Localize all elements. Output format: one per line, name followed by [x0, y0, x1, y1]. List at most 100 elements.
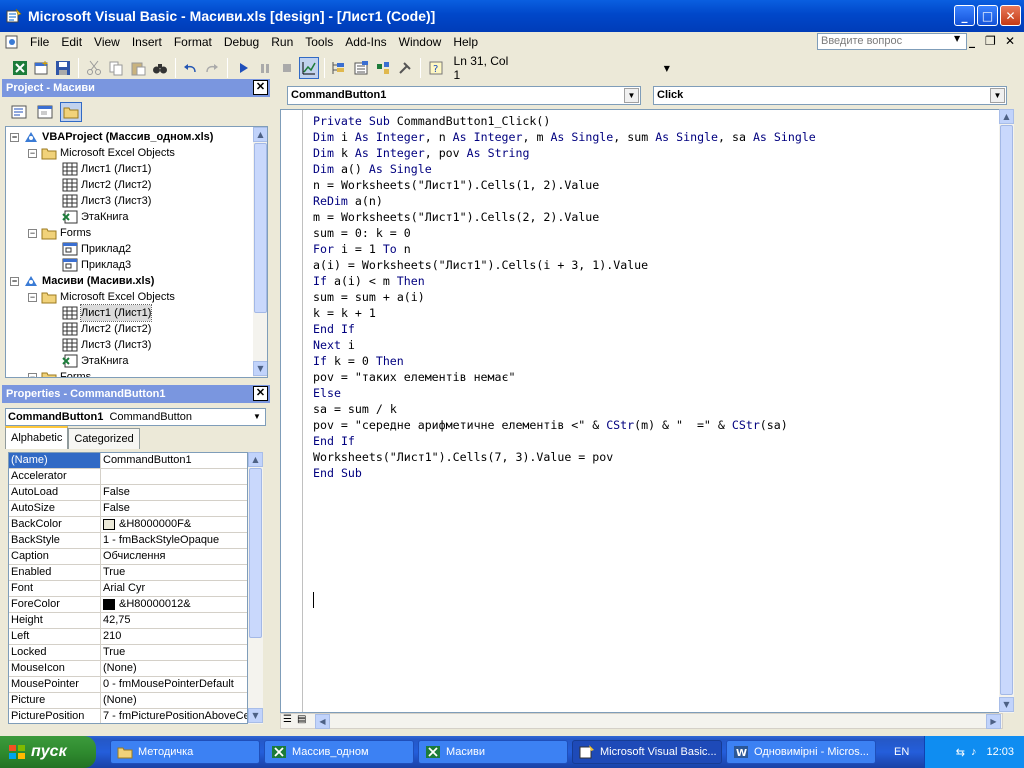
copy-button[interactable]: [106, 57, 126, 79]
scroll-down-icon[interactable]: ▼: [999, 697, 1014, 712]
procedure-view-icon[interactable]: ☰: [283, 714, 292, 725]
code-line[interactable]: Dim k As Integer, pov As String: [313, 145, 816, 161]
code-horizontal-scrollbar[interactable]: ☰ ▤ ◀ ▶: [280, 713, 1003, 729]
tree-node-thisworkbook-b[interactable]: ЭтаКнига: [62, 353, 128, 369]
toggle-folders-button[interactable]: [60, 102, 82, 122]
collapse-icon[interactable]: −: [10, 132, 19, 142]
property-value[interactable]: Обчислення: [101, 549, 247, 564]
property-value[interactable]: 42,75: [101, 613, 247, 628]
tree-node-sheet2[interactable]: Лист2 (Лист2): [62, 177, 151, 193]
collapse-icon[interactable]: −: [28, 228, 37, 238]
property-row[interactable]: (Name) CommandButton1: [9, 453, 247, 469]
code-line[interactable]: sum = 0: k = 0: [313, 225, 816, 241]
tree-node-form2[interactable]: Приклад2: [62, 241, 131, 257]
scroll-up-icon[interactable]: ▲: [248, 452, 263, 467]
properties-panel-close-button[interactable]: ✕: [253, 386, 268, 401]
chevron-down-icon[interactable]: ▼: [250, 410, 264, 424]
tree-node-sheet1[interactable]: Лист1 (Лист1): [62, 161, 151, 177]
paste-button[interactable]: [128, 57, 148, 79]
task-masyvy[interactable]: Масиви: [418, 740, 568, 764]
object-selector[interactable]: CommandButton1 CommandButton ▼: [5, 408, 266, 426]
property-row[interactable]: Enabled True: [9, 565, 247, 581]
code-line[interactable]: Private Sub CommandButton1_Click(): [313, 113, 816, 129]
menu-file[interactable]: File: [24, 32, 55, 52]
toolbar-options-icon[interactable]: ▼: [664, 64, 670, 73]
task-massiv-odnom[interactable]: Массив_одном: [264, 740, 414, 764]
mdi-close-icon[interactable]: ✕: [1005, 34, 1015, 48]
property-row[interactable]: Locked True: [9, 645, 247, 661]
redo-button[interactable]: [202, 57, 222, 79]
menu-run[interactable]: Run: [265, 32, 299, 52]
property-value[interactable]: (None): [101, 661, 247, 676]
property-value[interactable]: False: [101, 485, 247, 500]
code-line[interactable]: If k = 0 Then: [313, 353, 816, 369]
scroll-right-icon[interactable]: ▶: [986, 714, 1001, 729]
code-line[interactable]: m = Worksheets("Лист1").Cells(2, 2).Valu…: [313, 209, 816, 225]
insert-userform-button[interactable]: [32, 57, 52, 79]
code-line[interactable]: ReDim a(n): [313, 193, 816, 209]
object-combo[interactable]: CommandButton1 ▼: [287, 86, 641, 105]
title-bar[interactable]: Microsoft Visual Basic - Масиви.xls [des…: [0, 0, 1024, 32]
cut-button[interactable]: [84, 57, 104, 79]
menu-window[interactable]: Window: [393, 32, 448, 52]
tree-node-excel-objects-2[interactable]: − Microsoft Excel Objects: [28, 289, 175, 305]
code-line[interactable]: Else: [313, 385, 816, 401]
tree-scrollbar[interactable]: ▲ ▼: [253, 127, 267, 377]
code-text[interactable]: Private Sub CommandButton1_Click() Dim i …: [313, 113, 816, 481]
menu-format[interactable]: Format: [168, 32, 218, 52]
help-question-input[interactable]: Введите вопрос: [817, 33, 967, 50]
task-word-doc[interactable]: W Одновимірні - Micros...: [726, 740, 876, 764]
tree-node-excel-objects[interactable]: − Microsoft Excel Objects: [28, 145, 175, 161]
start-button[interactable]: пуск: [0, 736, 96, 768]
minimize-button[interactable]: _: [954, 5, 975, 26]
code-line[interactable]: sa = sum / k: [313, 401, 816, 417]
breakpoint-margin[interactable]: [281, 110, 303, 712]
object-browser-button[interactable]: [373, 57, 393, 79]
clock[interactable]: 12:03: [986, 746, 1014, 758]
code-line[interactable]: If a(i) < m Then: [313, 273, 816, 289]
chevron-down-icon[interactable]: ▼: [990, 88, 1005, 103]
property-value[interactable]: True: [101, 565, 247, 580]
menu-insert[interactable]: Insert: [126, 32, 168, 52]
scroll-up-icon[interactable]: ▲: [253, 127, 267, 142]
scroll-down-icon[interactable]: ▼: [253, 361, 267, 376]
tree-node-form3[interactable]: Приклад3: [62, 257, 131, 273]
task-metodychka[interactable]: Методичка: [110, 740, 260, 764]
property-row[interactable]: Left 210: [9, 629, 247, 645]
menu-debug[interactable]: Debug: [218, 32, 265, 52]
scroll-thumb[interactable]: [249, 468, 262, 638]
task-visual-basic[interactable]: Microsoft Visual Basic...: [572, 740, 722, 764]
property-row[interactable]: Picture (None): [9, 693, 247, 709]
properties-window-button[interactable]: [351, 57, 371, 79]
property-row[interactable]: Caption Обчислення: [9, 549, 247, 565]
mdi-minimize-icon[interactable]: _: [969, 34, 975, 48]
code-line[interactable]: pov = "середне арифметичне елементів <" …: [313, 417, 816, 433]
code-vertical-scrollbar[interactable]: ▲ ▼: [999, 109, 1014, 713]
property-row[interactable]: ForeColor &H80000012&: [9, 597, 247, 613]
code-line[interactable]: Worksheets("Лист1").Cells(7, 3).Value = …: [313, 449, 816, 465]
property-row[interactable]: Font Arial Cyr: [9, 581, 247, 597]
code-line[interactable]: For i = 1 To n: [313, 241, 816, 257]
undo-button[interactable]: [181, 57, 201, 79]
code-line[interactable]: Next i: [313, 337, 816, 353]
properties-scrollbar[interactable]: ▲ ▼: [248, 452, 263, 724]
property-value[interactable]: 0 - fmMousePointerDefault: [101, 677, 247, 692]
close-button[interactable]: ✕: [1000, 5, 1021, 26]
reset-button[interactable]: [277, 57, 297, 79]
tray-volume-icon[interactable]: ♪: [971, 746, 977, 758]
view-object-button[interactable]: [34, 102, 56, 122]
project-explorer-button[interactable]: [330, 57, 350, 79]
menu-edit[interactable]: Edit: [55, 32, 88, 52]
code-line[interactable]: k = k + 1: [313, 305, 816, 321]
property-row[interactable]: MousePointer 0 - fmMousePointerDefault: [9, 677, 247, 693]
chevron-down-icon[interactable]: ▼: [624, 88, 639, 103]
run-button[interactable]: [233, 57, 253, 79]
tree-node-forms-b[interactable]: − Forms: [28, 369, 91, 377]
code-line[interactable]: End If: [313, 321, 816, 337]
property-value[interactable]: (None): [101, 693, 247, 708]
property-value[interactable]: [101, 469, 247, 484]
maximize-button[interactable]: □: [977, 5, 998, 26]
menu-view[interactable]: View: [88, 32, 126, 52]
help-button[interactable]: ?: [426, 57, 446, 79]
tree-node-sheet3[interactable]: Лист3 (Лист3): [62, 193, 151, 209]
